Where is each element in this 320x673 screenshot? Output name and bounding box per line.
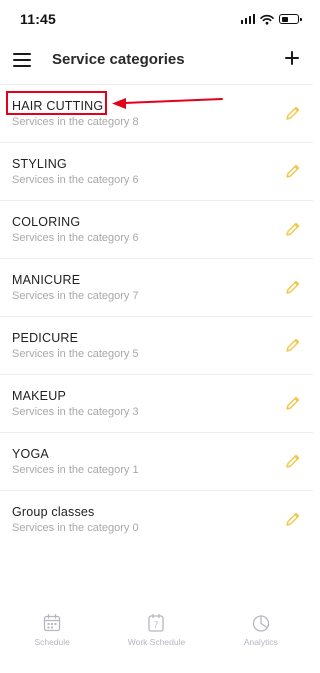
calendar-day-number: 7 — [154, 621, 159, 630]
category-list: HAIR CUTTING Services in the category 8 … — [0, 84, 313, 549]
calendar-icon — [44, 614, 61, 632]
edit-pencil-icon[interactable] — [285, 163, 301, 179]
category-service-count: Services in the category 3 — [12, 406, 139, 418]
edit-pencil-icon[interactable] — [285, 337, 301, 353]
bottom-tab-bar: Schedule 7 Work Schedule Analytics — [0, 598, 313, 653]
pie-chart-icon — [252, 615, 269, 632]
edit-pencil-icon[interactable] — [285, 511, 301, 527]
category-item[interactable]: MAKEUP Services in the category 3 — [0, 375, 313, 433]
status-icons — [240, 12, 302, 26]
tab-label: Schedule — [34, 637, 70, 647]
edit-pencil-icon[interactable] — [285, 279, 301, 295]
category-name: MANICURE — [12, 273, 81, 287]
tab-work-schedule[interactable]: 7 Work Schedule — [104, 598, 208, 653]
wifi-icon — [260, 14, 274, 25]
category-service-count: Services in the category 5 — [12, 348, 139, 360]
annotation-arrow-icon — [112, 98, 223, 109]
category-name: COLORING — [12, 215, 81, 229]
tab-schedule[interactable]: Schedule — [0, 598, 104, 653]
category-item[interactable]: MANICURE Services in the category 7 — [0, 259, 313, 317]
status-time: 11:45 — [20, 11, 57, 27]
page-title: Service categories — [52, 51, 185, 68]
category-name: PEDICURE — [12, 331, 79, 345]
category-service-count: Services in the category 1 — [12, 464, 139, 476]
battery-icon — [279, 14, 302, 24]
category-name: STYLING — [12, 157, 67, 171]
category-name: MAKEUP — [12, 389, 66, 403]
edit-pencil-icon[interactable] — [285, 221, 301, 237]
category-service-count: Services in the category 0 — [12, 522, 139, 534]
cellular-signal-icon — [240, 14, 255, 24]
category-item[interactable]: STYLING Services in the category 6 — [0, 143, 313, 201]
category-service-count: Services in the category 8 — [12, 116, 139, 128]
category-item[interactable]: Group classes Services in the category 0 — [0, 491, 313, 549]
category-item[interactable]: PEDICURE Services in the category 5 — [0, 317, 313, 375]
highlight-annotation-box — [6, 91, 107, 115]
category-service-count: Services in the category 6 — [12, 174, 139, 186]
category-item[interactable]: YOGA Services in the category 1 — [0, 433, 313, 491]
edit-pencil-icon[interactable] — [285, 453, 301, 469]
category-item[interactable]: COLORING Services in the category 6 — [0, 201, 313, 259]
category-service-count: Services in the category 7 — [12, 290, 139, 302]
category-name: Group classes — [12, 505, 95, 519]
hamburger-menu-icon[interactable] — [13, 53, 31, 67]
tab-label: Work Schedule — [127, 637, 186, 647]
edit-pencil-icon[interactable] — [285, 395, 301, 411]
calendar-7-icon: 7 — [148, 613, 165, 632]
tab-label: Analytics — [243, 637, 278, 647]
add-category-icon[interactable] — [285, 51, 299, 65]
category-name: YOGA — [12, 447, 49, 461]
category-service-count: Services in the category 6 — [12, 232, 139, 244]
tab-analytics[interactable]: Analytics — [209, 598, 313, 653]
app-header: Service categories — [0, 38, 313, 84]
edit-pencil-icon[interactable] — [285, 105, 301, 121]
status-bar: 11:45 — [0, 0, 313, 38]
